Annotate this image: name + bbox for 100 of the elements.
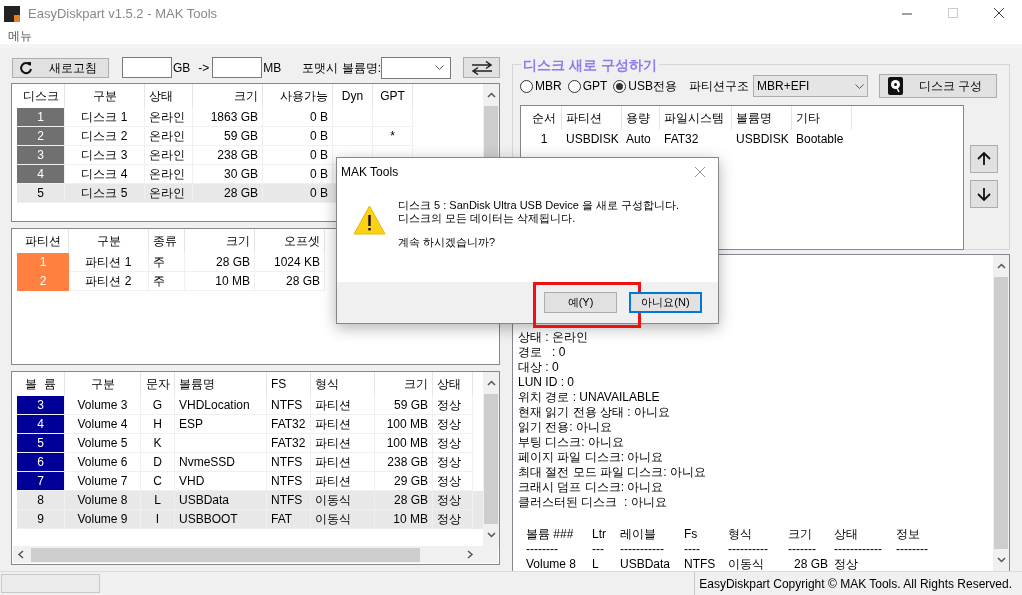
column-header[interactable]: 디스크: [22, 86, 59, 105]
column-header[interactable]: 상태: [437, 375, 461, 393]
table-cell: NTFS: [271, 398, 303, 412]
info-line: 크래시 덤프 디스크: 아니요: [518, 480, 664, 495]
table-cell: 온라인: [149, 166, 185, 181]
column-header[interactable]: 형식: [315, 375, 339, 393]
column-header[interactable]: 상태: [149, 86, 173, 105]
column-header[interactable]: 크기: [404, 375, 428, 393]
table-cell: 디스크 2: [81, 128, 128, 143]
close-icon[interactable]: [694, 165, 706, 178]
size-gb-field[interactable]: [122, 57, 172, 79]
column-header[interactable]: Dyn: [341, 86, 364, 105]
dialog-button[interactable]: 아니요(N): [629, 292, 702, 313]
swap-button[interactable]: [463, 57, 501, 79]
table-cell: 디스크 3: [81, 147, 128, 162]
column-header[interactable]: 크기: [226, 231, 250, 250]
refresh-button[interactable]: 새로고침: [12, 57, 109, 78]
scrollbar[interactable]: [483, 372, 499, 546]
table-cell: 정상: [437, 474, 461, 488]
info-cell: 정보: [896, 527, 920, 541]
table-cell: Volume 9: [77, 512, 128, 526]
column-header[interactable]: 문자: [145, 375, 170, 393]
table-cell: FAT32: [271, 417, 306, 431]
horizontal-scrollbar[interactable]: [13, 546, 498, 563]
column-header[interactable]: 오프셋: [284, 231, 320, 250]
partition-scheme-radio[interactable]: MBR: [520, 77, 562, 95]
column-header[interactable]: 파일시스템: [664, 109, 724, 127]
scrollbar[interactable]: [993, 255, 1009, 571]
table-cell: 0 B: [310, 128, 328, 143]
column-header[interactable]: 순서: [531, 109, 556, 127]
column-header[interactable]: 구분: [90, 375, 115, 393]
table-cell: D: [153, 455, 162, 469]
dialog-message: 디스크의 모든 데이터는 삭제됩니다.: [398, 212, 576, 225]
column-header[interactable]: 볼 륨: [25, 375, 56, 393]
table-cell: 0 B: [310, 109, 328, 124]
info-cell: Fs: [684, 527, 698, 541]
info-line: 최대 절전 모드 파일 디스크: 아니요: [518, 465, 706, 480]
scroll-down-icon[interactable]: [486, 532, 496, 538]
table-cell: Volume 7: [77, 474, 128, 488]
table-cell: 28 GB: [215, 254, 250, 269]
table-cell: 파티션: [315, 417, 351, 431]
scroll-up-icon[interactable]: [996, 263, 1006, 269]
table-cell: 238 GB: [217, 147, 258, 162]
volume-row[interactable]: 8 Volume 8 L USBData NTFS 이동식 28 GB 정상: [17, 491, 483, 510]
table-cell: 5: [37, 436, 44, 450]
build-disk-button[interactable]: 디스크 구성: [879, 74, 998, 98]
table-cell: 4: [37, 417, 44, 431]
column-header[interactable]: FS: [271, 375, 287, 393]
structure-dropdown[interactable]: MBR+EFI: [753, 75, 869, 97]
info-cell: NTFS: [684, 557, 716, 571]
table-cell: 59 GB: [223, 128, 258, 143]
table-cell: 5: [37, 185, 44, 200]
column-header[interactable]: 사용가능: [280, 86, 328, 105]
column-header[interactable]: 구분: [92, 86, 117, 105]
partition-scheme-radio[interactable]: USB전용: [613, 77, 678, 95]
size-mb-field[interactable]: [212, 57, 263, 79]
dialog-button[interactable]: 예(Y): [544, 292, 617, 313]
arrow-up-icon: [977, 152, 991, 166]
table-cell: NTFS: [271, 455, 303, 469]
structure-label: 파티션구조: [689, 78, 750, 95]
table-cell: 1863 GB: [210, 109, 258, 124]
partition-row[interactable]: 2 파티션 2 주 10 MB 28 GB: [17, 271, 499, 291]
column-header[interactable]: 종류: [153, 231, 177, 250]
table-cell: 온라인: [149, 109, 185, 124]
scroll-up-icon[interactable]: [486, 91, 496, 98]
table-cell: 디스크 5: [81, 185, 128, 200]
column-header[interactable]: 용량: [626, 109, 650, 127]
column-header[interactable]: 구분: [96, 231, 121, 250]
move-down-button[interactable]: [970, 180, 998, 208]
info-cell: USBData: [620, 557, 671, 571]
column-header[interactable]: 볼륨명: [736, 109, 772, 127]
info-cell: 이동식: [728, 557, 764, 571]
table-cell: G: [152, 398, 163, 412]
info-line: 현재 읽기 전용 상태 : 아니요: [518, 405, 670, 420]
volume-name-dropdown[interactable]: [381, 56, 452, 79]
unit-label: MB: [263, 59, 282, 77]
scroll-down-icon[interactable]: [996, 557, 1006, 563]
info-line: 페이지 파일 디스크: 아니요: [518, 450, 664, 465]
swap-arrows-icon: [470, 60, 493, 75]
column-header[interactable]: 파티션: [24, 231, 61, 250]
column-header[interactable]: 기타: [796, 109, 820, 127]
scroll-up-icon[interactable]: [486, 380, 496, 386]
column-header[interactable]: 볼륨명: [179, 375, 215, 393]
column-header[interactable]: 크기: [234, 86, 258, 105]
table-cell: *: [390, 128, 395, 143]
app-icon: [4, 5, 20, 22]
table-cell: 1: [540, 132, 548, 146]
partition-scheme-radio[interactable]: GPT: [567, 77, 608, 95]
info-cell: -----------: [620, 542, 664, 556]
volume-row[interactable]: 9 Volume 9 I USBBOOT FAT 이동식 10 MB 정상: [17, 510, 483, 529]
column-header[interactable]: GPT: [380, 86, 405, 105]
table-cell: Auto: [626, 132, 651, 146]
table-cell: 10 MB: [215, 273, 250, 288]
partition-row[interactable]: 1 파티션 1 주 28 GB 1024 KB: [17, 252, 499, 272]
table-cell: Volume 5: [77, 436, 128, 450]
table-cell: 3: [37, 147, 44, 162]
move-up-button[interactable]: [970, 145, 998, 173]
table-cell: 파티션: [315, 398, 351, 412]
column-header[interactable]: 파티션: [566, 109, 602, 127]
menu-item[interactable]: 메뉴: [8, 26, 32, 45]
